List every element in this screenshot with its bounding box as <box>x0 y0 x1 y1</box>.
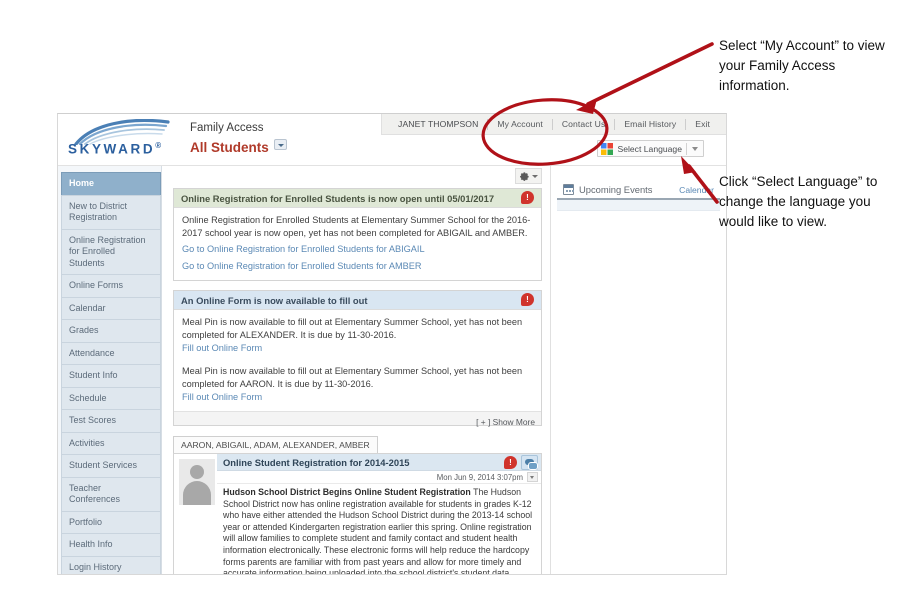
message-text-aaron: Meal Pin is now available to fill out at… <box>182 366 523 389</box>
student-names-tab[interactable]: AARON, ABIGAIL, ADAM, ALEXANDER, AMBER <box>173 436 378 453</box>
right-panel: Upcoming Events Calendar <box>551 166 726 574</box>
message-body: Meal Pin is now available to fill out at… <box>174 310 541 411</box>
nav-contact-us[interactable]: Contact Us <box>553 119 615 129</box>
calendar-link[interactable]: Calendar <box>679 185 714 195</box>
annotation-arrow-my-account <box>586 42 714 106</box>
chevron-down-icon[interactable] <box>527 472 538 482</box>
sidebar-item-calendar[interactable]: Calendar <box>61 296 161 319</box>
sidebar-item-home[interactable]: Home <box>61 172 161 195</box>
article-timestamp: Mon Jun 9, 2014 3:07pm <box>436 472 523 482</box>
annotation-select-language: Click “Select Language” to change the la… <box>719 174 878 229</box>
message-body: Online Registration for Enrolled Student… <box>174 208 541 280</box>
nav-my-account[interactable]: My Account <box>488 119 551 129</box>
message-header-text: An Online Form is now available to fill … <box>181 294 368 306</box>
sidebar-item-schedule[interactable]: Schedule <box>61 386 161 409</box>
nav-exit[interactable]: Exit <box>686 119 719 129</box>
sidebar-item-online-registration-enrolled[interactable]: Online Registration for Enrolled Student… <box>61 228 161 274</box>
divider <box>686 142 687 155</box>
sidebar-item-attendance[interactable]: Attendance <box>61 341 161 364</box>
calendar-icon <box>563 184 574 195</box>
app-body: Home New to District Registration Online… <box>58 166 726 575</box>
article-date-row: Mon Jun 9, 2014 3:07pm <box>217 471 541 484</box>
nav-email-history[interactable]: Email History <box>615 119 685 129</box>
sidebar-item-grades[interactable]: Grades <box>61 319 161 342</box>
message-card-online-registration: Online Registration for Enrolled Student… <box>173 188 542 281</box>
show-more-toggle[interactable]: [ + ] Show More <box>476 417 535 427</box>
article-text: The Hudson School District now has onlin… <box>223 487 533 575</box>
article-headline: Hudson School District Begins Online Stu… <box>223 487 471 497</box>
avatar-body <box>183 481 211 505</box>
annotation-my-account: Select “My Account” to view your Family … <box>719 38 885 93</box>
page-title: Family Access <box>190 122 264 134</box>
sidebar-item-online-forms[interactable]: Online Forms <box>61 274 161 297</box>
skyward-logo: SKYWARD® <box>64 117 182 161</box>
top-navigation: JANET THOMPSON My Account Contact Us Ema… <box>381 114 726 135</box>
chevron-down-icon[interactable] <box>531 173 539 180</box>
app-header: SKYWARD® Family Access All Students JANE… <box>58 114 726 166</box>
article-header: Online Student Registration for 2014-201… <box>217 454 541 471</box>
avatar <box>174 454 217 574</box>
chevron-down-icon[interactable] <box>691 144 700 153</box>
link-online-registration-abigail[interactable]: Go to Online Registration for Enrolled S… <box>182 242 533 256</box>
article-main: Online Student Registration for 2014-201… <box>217 454 541 575</box>
upcoming-events-list <box>557 200 720 211</box>
sidebar-item-test-scores[interactable]: Test Scores <box>61 409 161 432</box>
family-access-window: SKYWARD® Family Access All Students JANE… <box>57 113 727 575</box>
comment-bubble-icon[interactable] <box>521 455 538 470</box>
message-header: Online Registration for Enrolled Student… <box>174 189 541 208</box>
student-selector[interactable]: All Students <box>190 138 287 157</box>
message-text-alexander: Meal Pin is now available to fill out at… <box>182 317 523 340</box>
google-translate-icon <box>601 142 614 155</box>
main-content: Online Registration for Enrolled Student… <box>162 166 551 575</box>
user-avatar-icon <box>179 459 215 505</box>
message-card-online-form: An Online Form is now available to fill … <box>173 290 542 427</box>
screenshot-root: SKYWARD® Family Access All Students JANE… <box>0 0 900 600</box>
message-header: An Online Form is now available to fill … <box>174 291 541 310</box>
sidebar-item-student-services[interactable]: Student Services <box>61 454 161 477</box>
sidebar-item-student-info[interactable]: Student Info <box>61 364 161 387</box>
sidebar: Home New to District Registration Online… <box>58 166 162 574</box>
upcoming-events-header: Upcoming Events Calendar <box>557 182 720 200</box>
annotation-arrowhead-my-account <box>576 99 597 114</box>
alert-badge[interactable]: ! <box>521 293 534 306</box>
select-language-label: Select Language <box>617 143 682 154</box>
article-title: Online Student Registration for 2014-201… <box>223 456 410 468</box>
article-body: Hudson School District Begins Online Stu… <box>217 484 541 575</box>
current-user-label: JANET THOMPSON <box>398 119 479 129</box>
alert-badge[interactable]: ! <box>504 456 517 469</box>
toolbar-row <box>162 166 550 188</box>
sidebar-item-teacher-conferences[interactable]: Teacher Conferences <box>61 476 161 511</box>
article-card: Online Student Registration for 2014-201… <box>173 453 542 575</box>
gear-icon <box>519 171 529 181</box>
trademark-symbol: ® <box>155 141 162 150</box>
upcoming-events-title: Upcoming Events <box>579 184 653 195</box>
settings-button[interactable] <box>515 168 542 184</box>
select-language-widget[interactable]: Select Language <box>597 140 704 157</box>
message-header-text: Online Registration for Enrolled Student… <box>181 192 495 204</box>
message-footer: [ + ] Show More <box>174 411 541 427</box>
sidebar-item-activities[interactable]: Activities <box>61 431 161 454</box>
sidebar-item-login-history[interactable]: Login History <box>61 555 161 574</box>
sidebar-item-new-to-district-registration[interactable]: New to District Registration <box>61 194 161 229</box>
sidebar-item-portfolio[interactable]: Portfolio <box>61 510 161 533</box>
message-list: Online Registration for Enrolled Student… <box>162 188 550 427</box>
message-text: Online Registration for Enrolled Student… <box>182 215 531 238</box>
link-online-registration-amber[interactable]: Go to Online Registration for Enrolled S… <box>182 259 533 273</box>
avatar-head <box>190 465 204 479</box>
sidebar-item-health-info[interactable]: Health Info <box>61 533 161 556</box>
product-title-block: Family Access All Students <box>190 121 287 157</box>
alert-badge[interactable]: ! <box>521 191 534 204</box>
link-fill-out-online-form-aaron[interactable]: Fill out Online Form <box>182 390 533 404</box>
link-fill-out-online-form-alexander[interactable]: Fill out Online Form <box>182 341 533 355</box>
skyward-wordmark: SKYWARD® <box>68 141 162 157</box>
chevron-down-icon[interactable] <box>273 139 287 150</box>
